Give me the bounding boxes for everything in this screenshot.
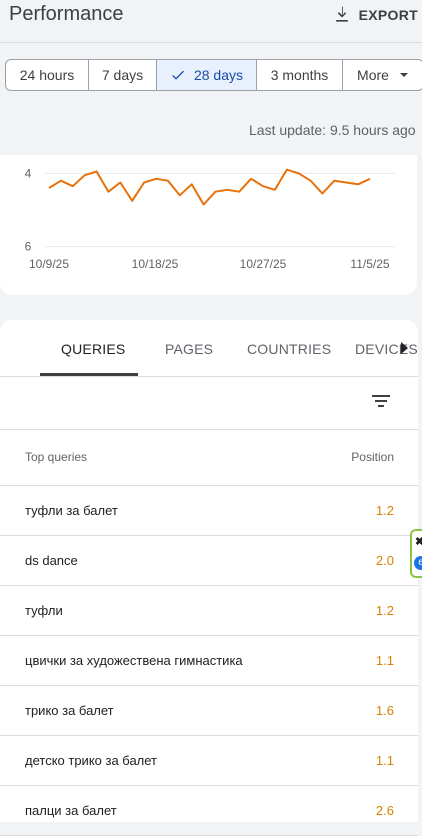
range-28-days[interactable]: 28 days <box>157 60 257 90</box>
close-icon[interactable]: ✖ <box>415 537 422 548</box>
data-point[interactable] <box>70 183 76 189</box>
query-cell: палци за балет <box>25 803 117 818</box>
queries-table-card: QUERIES PAGES COUNTRIES DEVICES Top quer… <box>0 320 418 836</box>
data-point[interactable] <box>224 187 230 193</box>
data-point[interactable] <box>201 202 207 208</box>
data-point[interactable] <box>46 185 52 191</box>
x-tick-label: 10/9/25 <box>29 257 69 271</box>
export-label: EXPORT <box>358 7 418 23</box>
query-cell: трико за балет <box>25 703 114 718</box>
y-tick-label: 6 <box>25 240 32 254</box>
performance-chart-card: 4 6 10/9/25 10/18/25 10/27/25 11/5/25 <box>0 155 417 295</box>
data-point[interactable] <box>308 178 314 184</box>
x-tick-label: 11/5/25 <box>350 257 389 271</box>
export-button[interactable]: EXPORT <box>332 5 418 25</box>
range-7-days[interactable]: 7 days <box>89 60 157 90</box>
tab-countries[interactable]: COUNTRIES <box>247 341 331 357</box>
data-point[interactable] <box>94 169 100 175</box>
data-point[interactable] <box>189 181 195 187</box>
range-3-months[interactable]: 3 months <box>257 60 343 90</box>
table-row[interactable]: туфли за балет 1.2 <box>0 486 418 536</box>
table-row[interactable]: детско трико за балет 1.1 <box>0 736 418 786</box>
query-cell: туфли за балет <box>25 503 118 518</box>
data-point[interactable] <box>153 176 159 182</box>
position-cell: 1.1 <box>375 653 394 668</box>
data-point[interactable] <box>367 176 373 182</box>
data-point[interactable] <box>355 181 361 187</box>
data-point[interactable] <box>248 176 254 182</box>
data-point[interactable] <box>165 178 171 184</box>
data-point[interactable] <box>319 191 325 197</box>
range-24-hours[interactable]: 24 hours <box>6 60 89 90</box>
data-point[interactable] <box>284 167 290 173</box>
data-point[interactable] <box>129 198 135 204</box>
page-title: Performance <box>9 3 124 25</box>
active-tab-indicator <box>40 373 138 376</box>
date-range-selector: 24 hours 7 days 28 days 3 months More <box>5 59 422 91</box>
data-point[interactable] <box>331 178 337 184</box>
table-header: Top queries Position <box>0 429 418 486</box>
data-point[interactable] <box>58 178 64 184</box>
last-update-text: Last update: 9.5 hours ago <box>249 122 416 138</box>
extension-logo-icon: e <box>414 556 422 570</box>
data-point[interactable] <box>343 180 349 186</box>
data-point[interactable] <box>260 183 266 189</box>
data-point[interactable] <box>141 180 147 186</box>
table-row[interactable]: трико за балет 1.6 <box>0 686 418 736</box>
query-cell: детско трико за балет <box>25 753 158 768</box>
data-point[interactable] <box>212 189 218 195</box>
query-cell: туфли <box>25 603 63 618</box>
query-cell: цвички за художествена гимнастика <box>25 653 243 668</box>
position-cell: 1.2 <box>375 603 394 618</box>
table-row[interactable]: цвички за художествена гимнастика 1.1 <box>0 636 418 686</box>
tab-pages[interactable]: PAGES <box>165 341 213 357</box>
data-point[interactable] <box>296 170 302 176</box>
position-series-line <box>48 168 371 206</box>
data-point[interactable] <box>105 189 111 195</box>
y-tick-label: 4 <box>25 166 32 180</box>
filter-icon[interactable] <box>371 391 391 411</box>
range-more-dropdown[interactable]: More <box>343 60 422 90</box>
chevron-down-icon <box>399 73 408 77</box>
tab-scroll-right-icon[interactable] <box>399 341 409 355</box>
position-line-chart: 4 6 10/9/25 10/18/25 10/27/25 11/5/25 <box>25 166 395 271</box>
table-toolbar <box>0 377 418 430</box>
table-row[interactable]: туфли 1.2 <box>0 586 418 636</box>
download-icon <box>335 6 348 22</box>
table-row[interactable]: палци за балет 2.6 <box>0 786 418 836</box>
column-header-queries[interactable]: Top queries <box>25 450 87 464</box>
data-point[interactable] <box>82 172 88 178</box>
position-cell: 2.6 <box>375 803 394 818</box>
checkmark-icon <box>172 70 184 80</box>
tab-queries[interactable]: QUERIES <box>61 341 125 357</box>
position-cell: 1.2 <box>375 503 394 518</box>
table-body: туфли за балет 1.2 ds dance 2.0 туфли 1.2 ц… <box>0 486 418 836</box>
position-cell: 2.0 <box>375 553 394 568</box>
data-point[interactable] <box>177 192 183 198</box>
position-cell: 1.6 <box>375 703 394 718</box>
data-point[interactable] <box>272 187 278 193</box>
table-row[interactable]: ds dance 2.0 <box>0 536 418 586</box>
report-tabs: QUERIES PAGES COUNTRIES DEVICES <box>0 320 418 377</box>
x-tick-label: 10/18/25 <box>132 257 179 271</box>
column-header-position[interactable]: Position <box>351 450 394 464</box>
top-bar: Performance EXPORT <box>0 0 422 43</box>
data-point[interactable] <box>236 189 242 195</box>
query-cell: ds dance <box>25 553 78 568</box>
data-point[interactable] <box>117 180 123 186</box>
position-cell: 1.1 <box>375 753 394 768</box>
extension-badge[interactable]: ✖ e <box>410 529 422 578</box>
x-tick-label: 10/27/25 <box>240 257 287 271</box>
